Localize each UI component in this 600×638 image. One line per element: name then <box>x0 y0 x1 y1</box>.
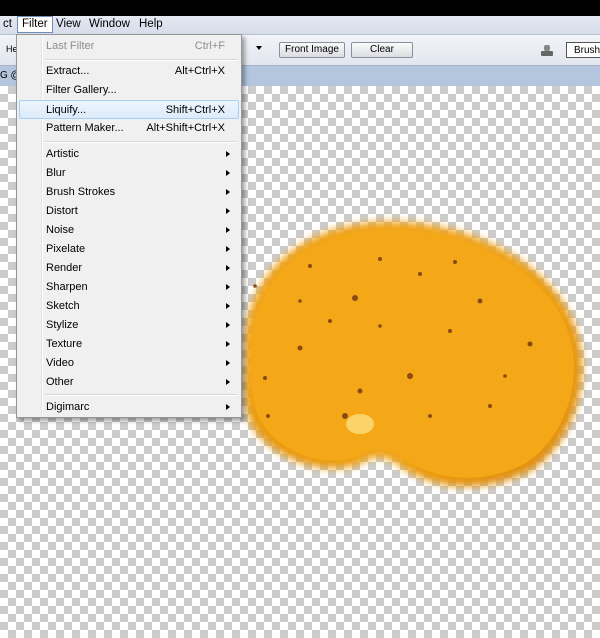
menu-item-brush-strokes[interactable]: Brush Strokes <box>19 183 239 202</box>
menu-item-sketch[interactable]: Sketch <box>19 297 239 316</box>
menu-bar: ct Filter View Window Help <box>0 16 600 35</box>
menu-item-label: Digimarc <box>46 401 90 413</box>
menu-item-label: Stylize <box>46 319 79 331</box>
menu-separator <box>45 59 237 61</box>
menu-item-video[interactable]: Video <box>19 354 239 373</box>
chevron-right-icon <box>226 151 230 157</box>
menu-item-pattern-maker[interactable]: Pattern Maker... Alt+Shift+Ctrl+X <box>19 119 239 138</box>
menu-item-other[interactable]: Other <box>19 373 239 392</box>
menu-separator <box>45 394 237 396</box>
menu-item-label: Filter Gallery... <box>46 84 117 96</box>
menu-item-render[interactable]: Render <box>19 259 239 278</box>
menu-item-stylize[interactable]: Stylize <box>19 316 239 335</box>
menu-item-shortcut: Alt+Shift+Ctrl+X <box>146 122 225 134</box>
menu-view[interactable]: View <box>52 17 85 32</box>
chevron-right-icon <box>226 170 230 176</box>
filter-menu-dropdown: Last Filter Ctrl+F Extract... Alt+Ctrl+X… <box>16 34 242 418</box>
menu-item-liquify[interactable]: Liquify... Shift+Ctrl+X <box>19 100 239 119</box>
menu-item-label: Video <box>46 357 74 369</box>
menu-item-label: Texture <box>46 338 83 350</box>
menu-item-label: Sharpen <box>46 281 88 293</box>
menu-item-label: Brush Strokes <box>46 186 116 198</box>
chevron-right-icon <box>226 208 230 214</box>
menu-item-sharpen[interactable]: Sharpen <box>19 278 239 297</box>
menu-item-noise[interactable]: Noise <box>19 221 239 240</box>
menu-item-label: Artistic <box>46 148 79 160</box>
menu-item-blur[interactable]: Blur <box>19 164 239 183</box>
chevron-right-icon <box>226 265 230 271</box>
menu-item-filter-gallery[interactable]: Filter Gallery... <box>19 81 239 100</box>
menu-item-shortcut: Shift+Ctrl+X <box>165 104 225 116</box>
chevron-right-icon <box>226 360 230 366</box>
menu-filter[interactable]: Filter <box>17 16 53 33</box>
menu-help[interactable]: Help <box>135 17 167 32</box>
menu-item-shortcut: Ctrl+F <box>194 40 225 52</box>
menu-item-label: Render <box>46 262 83 274</box>
title-bar <box>0 0 600 16</box>
menu-item-texture[interactable]: Texture <box>19 335 239 354</box>
front-image-button[interactable]: Front Image <box>279 42 345 58</box>
menu-item-label: Noise <box>46 224 75 236</box>
menu-item-label: Pixelate <box>46 243 86 255</box>
menu-item-pixelate[interactable]: Pixelate <box>19 240 239 259</box>
menu-separator <box>45 141 237 143</box>
chevron-down-icon[interactable] <box>256 46 262 50</box>
menu-item-label: Liquify... <box>46 104 87 116</box>
clear-button[interactable]: Clear <box>351 42 413 58</box>
chevron-right-icon <box>226 404 230 410</box>
chevron-right-icon <box>226 341 230 347</box>
chevron-right-icon <box>226 189 230 195</box>
menu-select[interactable]: ct <box>0 17 16 32</box>
stamp-icon[interactable] <box>540 44 554 58</box>
menu-item-label: Sketch <box>46 300 80 312</box>
menu-item-digimarc[interactable]: Digimarc <box>19 398 239 417</box>
menu-item-extract[interactable]: Extract... Alt+Ctrl+X <box>19 62 239 81</box>
menu-item-label: Extract... <box>46 65 90 77</box>
chevron-right-icon <box>226 303 230 309</box>
menu-item-label: Pattern Maker... <box>46 122 124 134</box>
menu-item-label: Blur <box>46 167 66 179</box>
brushes-tab[interactable]: Brushe <box>566 42 600 58</box>
menu-item-last-filter[interactable]: Last Filter Ctrl+F <box>19 37 239 56</box>
menu-item-artistic[interactable]: Artistic <box>19 145 239 164</box>
menu-window[interactable]: Window <box>85 17 134 32</box>
menu-item-label: Other <box>46 376 74 388</box>
menu-item-label: Distort <box>46 205 78 217</box>
menu-item-label: Last Filter <box>46 40 95 52</box>
chevron-right-icon <box>226 284 230 290</box>
chevron-right-icon <box>226 322 230 328</box>
chevron-right-icon <box>226 379 230 385</box>
chevron-right-icon <box>226 246 230 252</box>
chevron-right-icon <box>226 227 230 233</box>
menu-item-shortcut: Alt+Ctrl+X <box>174 65 225 77</box>
menu-item-distort[interactable]: Distort <box>19 202 239 221</box>
